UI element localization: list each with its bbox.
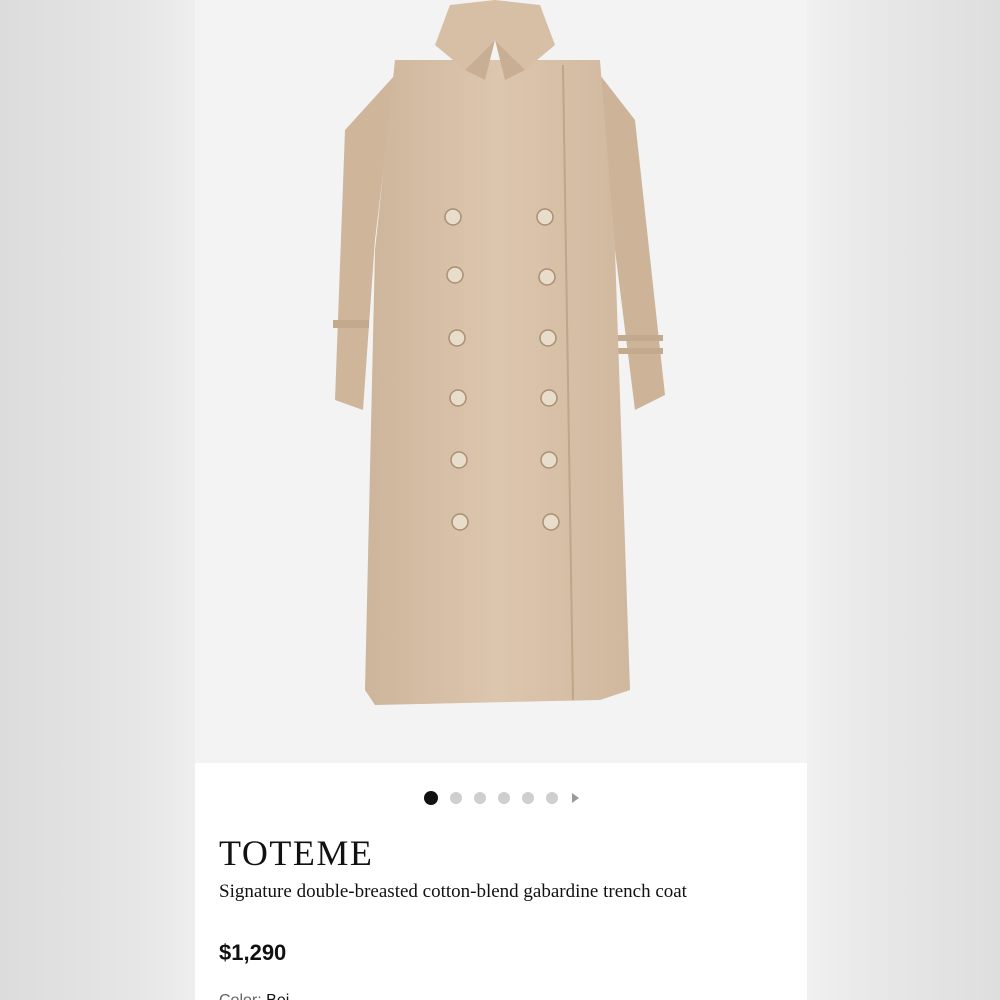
brand-name[interactable]: TOTEME xyxy=(219,832,373,874)
left-background xyxy=(0,0,195,1000)
carousel-dot-3[interactable] xyxy=(473,792,486,804)
carousel-dot-5[interactable] xyxy=(521,792,534,804)
coat-body xyxy=(365,60,630,705)
carousel-dot-2[interactable] xyxy=(449,792,462,804)
trench-coat-illustration xyxy=(333,0,665,705)
coat-collar xyxy=(435,0,555,70)
carousel-dot-4[interactable] xyxy=(497,792,510,804)
carousel-dot-1[interactable] xyxy=(423,791,438,805)
right-sleeve-strap-2 xyxy=(615,348,663,354)
color-value: Bei xyxy=(266,992,289,1000)
right-background xyxy=(807,0,1000,1000)
color-row: Color: Bei xyxy=(219,992,289,1000)
carousel-dot-6[interactable] xyxy=(545,792,558,804)
color-label: Color: xyxy=(219,992,262,1000)
left-sleeve-strap xyxy=(333,320,369,328)
product-image[interactable] xyxy=(195,0,807,763)
next-arrow-icon[interactable] xyxy=(571,793,579,803)
right-sleeve-strap xyxy=(615,335,663,341)
image-carousel-indicator[interactable] xyxy=(195,790,807,806)
product-page: TOTEME Signature double-breasted cotton-… xyxy=(195,0,807,1000)
product-title: Signature double-breasted cotton-blend g… xyxy=(219,881,687,902)
product-price: $1,290 xyxy=(219,940,287,965)
